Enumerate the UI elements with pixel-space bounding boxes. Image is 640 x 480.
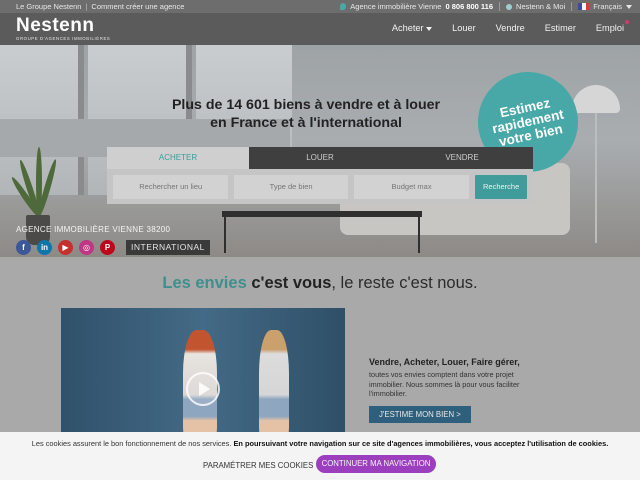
notification-dot	[625, 20, 629, 24]
user-icon	[506, 3, 513, 10]
logo-subtitle: GROUPE D'AGENCES IMMOBILIÈRES	[16, 36, 111, 41]
facebook-icon[interactable]: f	[16, 240, 31, 255]
tab-vendre[interactable]: VENDRE	[391, 147, 533, 169]
french-flag-icon	[578, 3, 590, 10]
tagline: Les envies c'est vous, le reste c'est no…	[0, 274, 640, 293]
promo-title: Vendre, Acheter, Louer, Faire gérer,	[369, 357, 520, 367]
cookie-text-bold: En poursuivant votre navigation sur ce s…	[233, 439, 609, 448]
instagram-icon[interactable]: ◎	[79, 240, 94, 255]
cookie-settings-link[interactable]: PARAMÉTRER MES COOKIES	[203, 458, 313, 474]
person-image	[259, 330, 289, 438]
tab-acheter[interactable]: ACHETER	[107, 147, 249, 169]
logo[interactable]: Nestenn GROUPE D'AGENCES IMMOBILIÈRES	[16, 15, 111, 42]
logo-name: Nestenn	[16, 15, 95, 36]
agency-link[interactable]: Agence immobilière Vienne	[350, 2, 441, 11]
estimate-button[interactable]: J'ESTIME MON BIEN >	[369, 406, 471, 423]
top-utility-bar: Le Groupe Nestenn | Comment créer une ag…	[0, 0, 640, 13]
nav-vendre[interactable]: Vendre	[496, 23, 525, 33]
link-creer-agence[interactable]: Comment créer une agence	[91, 2, 184, 11]
promo-text: toutes vos envies comptent dans votre pr…	[369, 370, 520, 398]
cookie-banner: Les cookies assurent le bon fonctionneme…	[0, 432, 640, 480]
nav-label: Emploi	[595, 23, 624, 33]
chevron-down-icon	[426, 26, 433, 31]
youtube-icon[interactable]: ▶	[58, 240, 73, 255]
table-leg	[418, 213, 420, 253]
main-nav: Acheter Louer Vendre Estimer Emploi	[391, 20, 629, 33]
international-link[interactable]: INTERNATIONAL	[126, 240, 210, 255]
search-panel: ACHETER LOUER VENDRE Recherche	[107, 147, 533, 204]
lamp-pole	[595, 113, 597, 243]
tagline-part-3: , le reste c'est nous.	[331, 274, 478, 292]
continue-navigation-button[interactable]: CONTINUER MA NAVIGATION	[316, 455, 436, 473]
coffee-table-image	[222, 211, 422, 217]
property-type-select[interactable]	[234, 174, 348, 199]
search-button[interactable]: Recherche	[475, 174, 528, 199]
divider	[571, 2, 573, 11]
agency-name: AGENCE IMMOBILIÈRE VIENNE 38200	[16, 225, 171, 234]
nav-louer[interactable]: Louer	[452, 23, 476, 33]
tagline-part-2: c'est vous	[251, 274, 332, 292]
chevron-down-icon[interactable]	[626, 4, 632, 9]
map-pin-icon	[340, 3, 347, 10]
search-tabs: ACHETER LOUER VENDRE	[107, 147, 533, 169]
cookie-text: Les cookies assurent le bon fonctionneme…	[0, 439, 640, 448]
link-groupe-nestenn[interactable]: Le Groupe Nestenn	[16, 2, 81, 11]
budget-input[interactable]	[353, 174, 470, 199]
nav-acheter[interactable]: Acheter	[391, 23, 433, 33]
search-fields: Recherche	[107, 169, 533, 204]
language-select[interactable]: Français	[593, 2, 622, 11]
nav-label: Acheter	[391, 23, 424, 33]
social-links: f in ▶ ◎ P	[16, 240, 115, 255]
cookie-text-normal: Les cookies assurent le bon fonctionneme…	[31, 439, 234, 448]
location-input[interactable]	[113, 174, 229, 199]
pinterest-icon[interactable]: P	[100, 240, 115, 255]
tagline-part-1: Les envies	[162, 274, 247, 292]
table-leg	[224, 213, 226, 253]
phone-number[interactable]: 0 806 800 116	[445, 2, 493, 11]
nav-emploi[interactable]: Emploi	[595, 20, 629, 33]
divider: |	[85, 2, 88, 11]
tab-louer[interactable]: LOUER	[249, 147, 391, 169]
divider	[499, 2, 501, 11]
main-header: Nestenn GROUPE D'AGENCES IMMOBILIÈRES Ac…	[0, 13, 640, 45]
account-link[interactable]: Nestenn & Moi	[516, 2, 565, 11]
linkedin-icon[interactable]: in	[37, 240, 52, 255]
nav-estimer[interactable]: Estimer	[545, 23, 576, 33]
play-icon[interactable]	[186, 372, 220, 406]
